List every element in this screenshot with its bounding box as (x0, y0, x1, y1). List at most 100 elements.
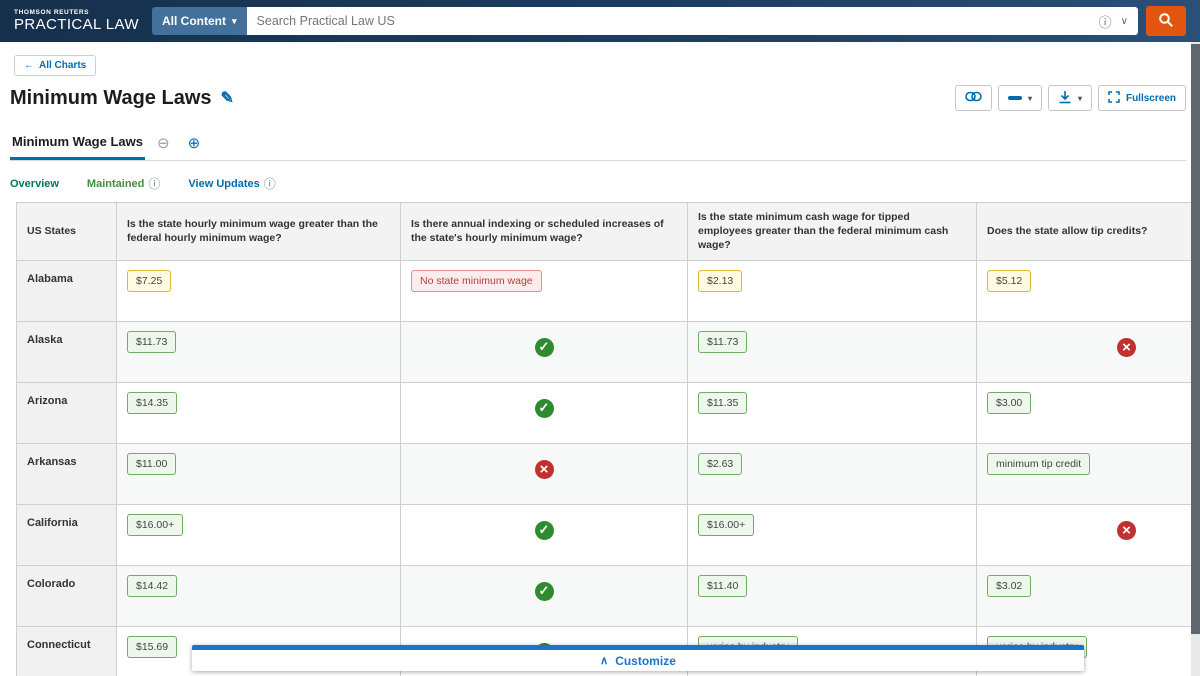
data-cell: × (977, 504, 1200, 565)
state-name: Arizona (17, 382, 117, 443)
vertical-scrollbar-track (1191, 42, 1200, 676)
data-cell: $2.13 (688, 260, 977, 321)
search-options-chevron-icon[interactable]: ∨ (1121, 16, 1128, 27)
subnav-links: Overview Maintained ⓘ View Updates ⓘ (10, 175, 1186, 192)
chevron-up-icon: ∧ (600, 654, 608, 667)
data-cell: $2.63 (688, 443, 977, 504)
value-badge: $7.25 (127, 270, 171, 292)
data-cell: $11.73 (688, 321, 977, 382)
chart-table-wrap: US StatesIs the state hourly minimum wag… (16, 202, 1186, 676)
value-badge: $11.73 (698, 331, 747, 353)
all-content-dropdown[interactable]: All Content ▾ (152, 7, 247, 35)
download-icon (1058, 90, 1072, 107)
customize-bar[interactable]: ∧ Customize (192, 645, 1084, 671)
brand-logo[interactable]: THOMSON REUTERS PRACTICAL LAW (14, 9, 142, 33)
data-cell: ✓ (401, 504, 688, 565)
table-row: Arkansas$11.00 × $2.63 minimum tip credit (17, 443, 1200, 504)
data-cell: $16.00+ (117, 504, 401, 565)
vertical-scrollbar-thumb[interactable] (1191, 44, 1200, 634)
all-content-label: All Content (162, 14, 226, 28)
value-badge: $14.42 (127, 575, 177, 597)
data-cell: $14.35 (117, 382, 401, 443)
value-badge: $2.13 (698, 270, 742, 292)
search-info-icon[interactable]: ⓘ (1099, 12, 1112, 31)
value-badge: $2.63 (698, 453, 742, 475)
fullscreen-icon (1108, 91, 1120, 106)
info-icon: ⓘ (264, 175, 276, 192)
cross-icon: × (535, 460, 554, 479)
page-title: Minimum Wage Laws ✎ (10, 87, 234, 110)
value-badge: $15.69 (127, 636, 177, 658)
caret-down-icon: ▾ (232, 16, 237, 27)
table-body: Alabama $7.25 No state minimum wage $2.13 $5… (17, 260, 1200, 676)
table-header-row: US StatesIs the state hourly minimum wag… (17, 203, 1200, 261)
view-updates-label: View Updates (188, 178, 259, 190)
data-cell: ✓ (401, 321, 688, 382)
state-name: California (17, 504, 117, 565)
dash-dropdown-button[interactable]: ▾ (998, 85, 1042, 111)
data-cell: $14.42 (117, 565, 401, 626)
remove-tab-icon[interactable]: ⊖ (157, 136, 170, 151)
column-header: Is the state minimum cash wage for tippe… (688, 203, 977, 261)
data-cell: $11.73 (117, 321, 401, 382)
download-button[interactable]: ▾ (1048, 85, 1092, 111)
value-badge: $3.02 (987, 575, 1031, 597)
search-field: ⓘ ∨ (247, 7, 1138, 35)
data-cell: $16.00+ (688, 504, 977, 565)
check-icon: ✓ (535, 338, 554, 357)
info-icon: ⓘ (148, 175, 160, 192)
search-button[interactable] (1146, 6, 1186, 36)
data-cell: $3.02 (977, 565, 1200, 626)
check-icon: ✓ (535, 582, 554, 601)
tab-minimum-wage-laws[interactable]: Minimum Wage Laws (10, 128, 145, 160)
maintained-label: Maintained (87, 178, 144, 190)
chart-tabs: Minimum Wage Laws ⊖ ⊕ (10, 128, 1186, 161)
value-badge: $16.00+ (127, 514, 183, 536)
data-cell: ✓ (401, 382, 688, 443)
fullscreen-label: Fullscreen (1126, 93, 1176, 104)
search-field-icons: ⓘ ∨ (1099, 12, 1138, 31)
edit-title-pencil-icon[interactable]: ✎ (221, 88, 234, 108)
data-cell: $11.35 (688, 382, 977, 443)
check-icon: ✓ (535, 399, 554, 418)
state-name: Arkansas (17, 443, 117, 504)
maintained-link[interactable]: Maintained ⓘ (87, 175, 160, 192)
page-title-text: Minimum Wage Laws (10, 87, 212, 110)
view-updates-link[interactable]: View Updates ⓘ (188, 175, 275, 192)
overview-link[interactable]: Overview (10, 178, 59, 190)
column-header: Is there annual indexing or scheduled in… (401, 203, 688, 261)
magnifier-icon (1158, 12, 1174, 31)
data-cell: × (977, 321, 1200, 382)
value-badge: $14.35 (127, 392, 177, 414)
horizontal-bar-icon (1008, 96, 1022, 100)
title-actions: ▾ ▾ Fullscreen (955, 85, 1186, 111)
value-badge: No state minimum wage (411, 270, 542, 292)
value-badge: $11.35 (698, 392, 747, 414)
overview-label: Overview (10, 178, 59, 190)
table-row: Alaska$11.73✓$11.73× (17, 321, 1200, 382)
state-name: Alabama (17, 260, 117, 321)
copy-link-button[interactable] (955, 85, 992, 111)
value-badge: $3.00 (987, 392, 1031, 414)
table-row: Alabama $7.25 No state minimum wage $2.13 $5… (17, 260, 1200, 321)
back-button-label: All Charts (39, 60, 86, 71)
title-row: Minimum Wage Laws ✎ ▾ (10, 85, 1186, 111)
value-badge: minimum tip credit (987, 453, 1090, 475)
data-cell: $3.00 (977, 382, 1200, 443)
table-row: Colorado$14.42✓$11.40$3.02 (17, 565, 1200, 626)
back-arrow-icon: ← (24, 60, 34, 71)
brand-practical-law: PRACTICAL LAW (14, 16, 142, 33)
data-cell: No state minimum wage (401, 260, 688, 321)
fullscreen-button[interactable]: Fullscreen (1098, 85, 1186, 111)
chain-link-icon (965, 91, 982, 105)
cross-icon: × (1117, 521, 1136, 540)
state-name: Connecticut (17, 626, 117, 676)
value-badge: $11.40 (698, 575, 747, 597)
add-tab-icon[interactable]: ⊕ (188, 136, 201, 151)
value-badge: $5.12 (987, 270, 1031, 292)
data-cell: $11.40 (688, 565, 977, 626)
data-cell: $11.00 (117, 443, 401, 504)
search-bar: All Content ▾ ⓘ ∨ (152, 6, 1186, 36)
search-input[interactable] (247, 7, 1099, 35)
all-charts-back-button[interactable]: ← All Charts (14, 55, 96, 76)
